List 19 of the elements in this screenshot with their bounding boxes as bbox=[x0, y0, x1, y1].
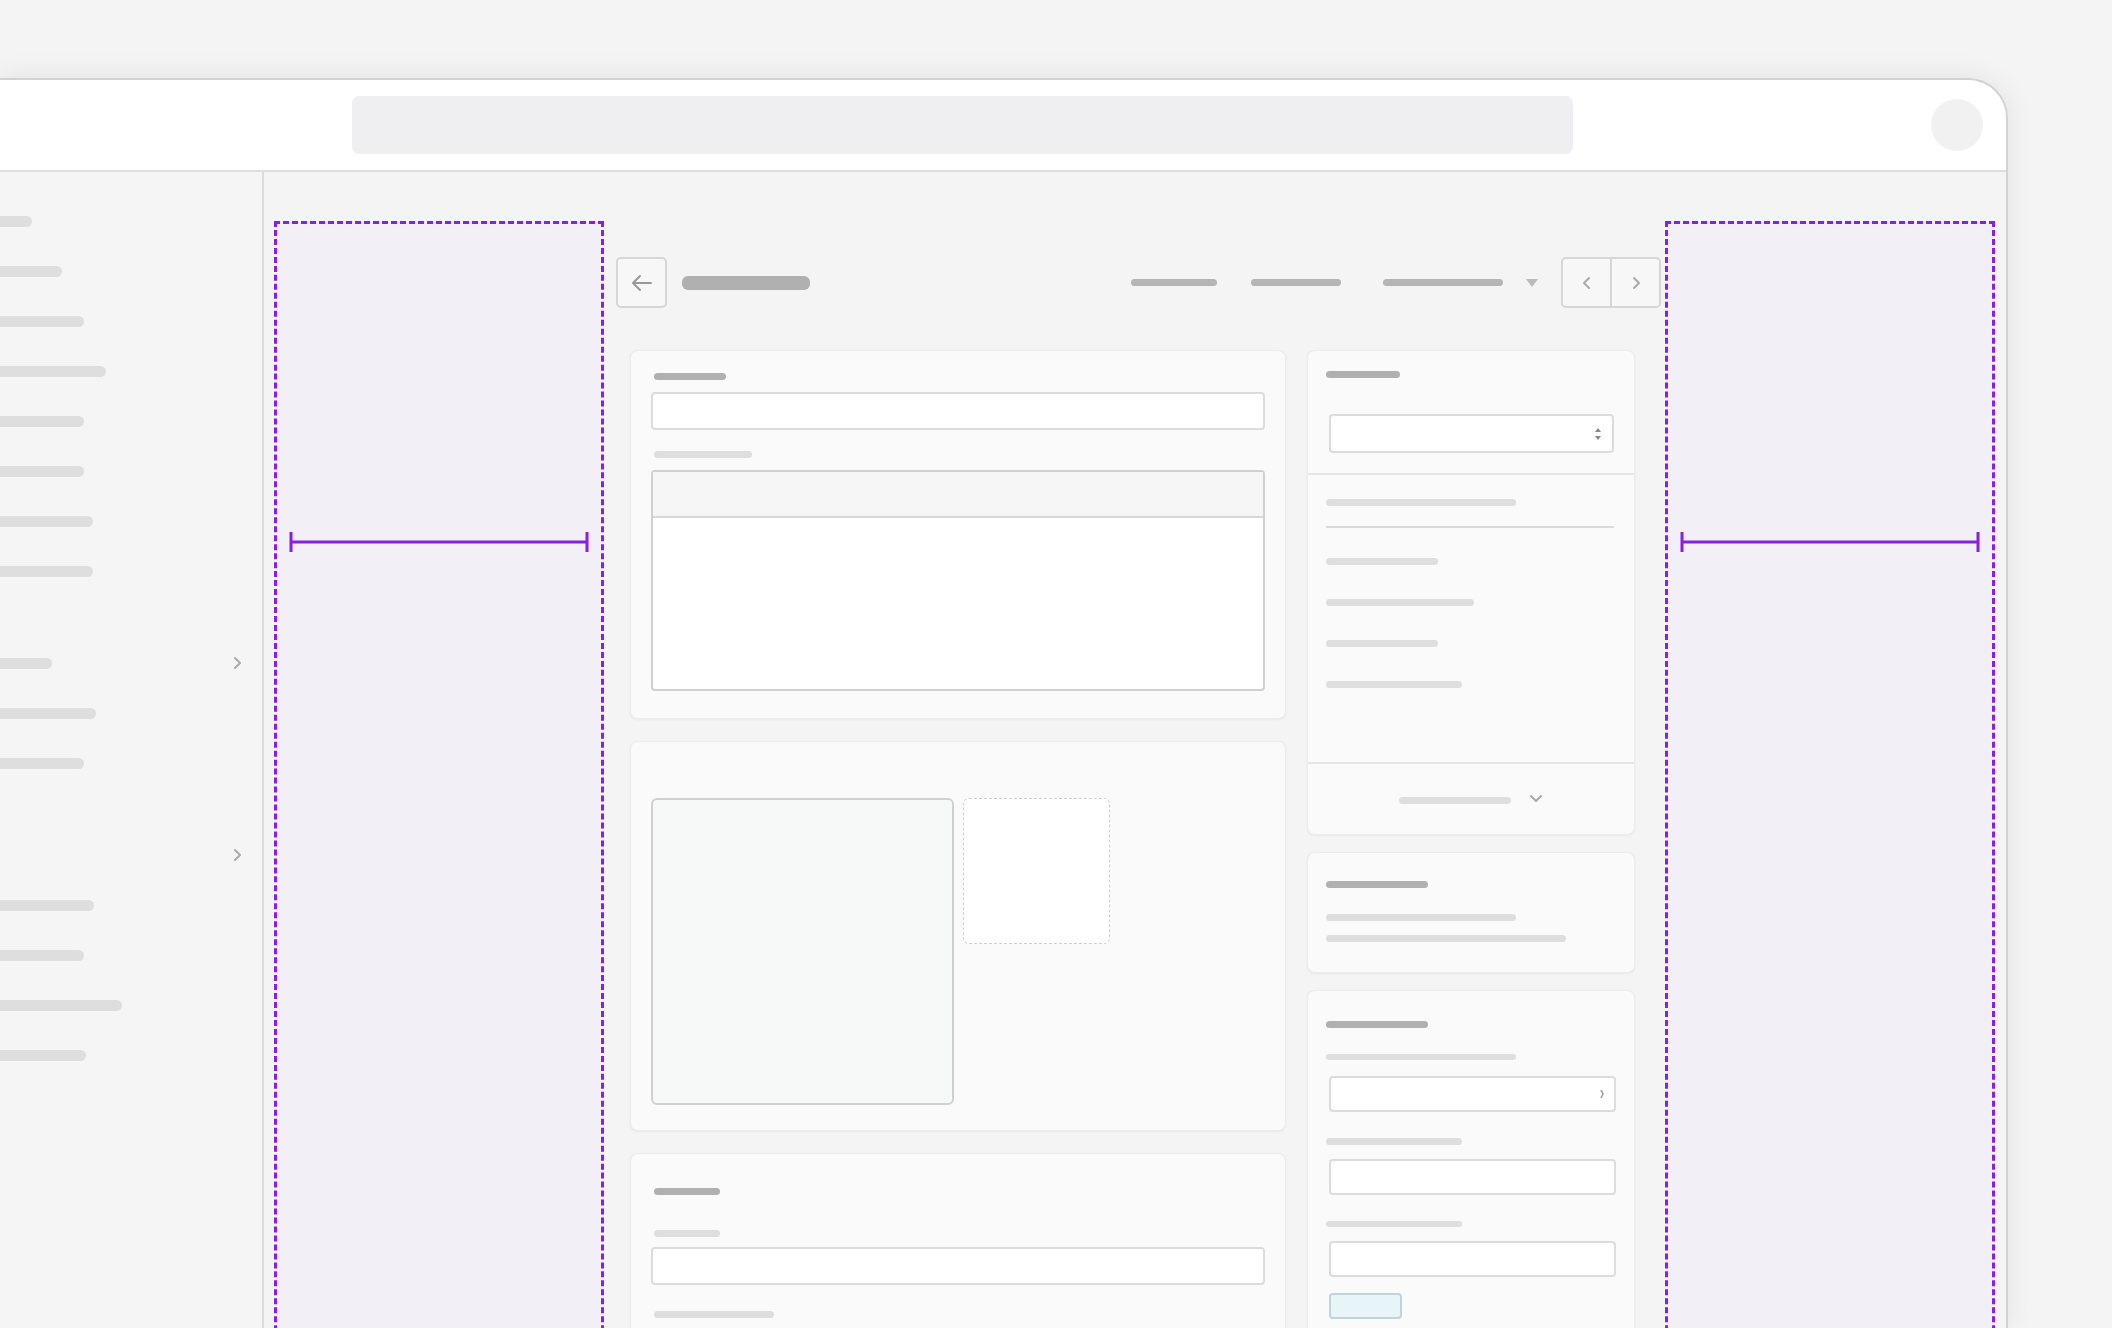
input-field[interactable] bbox=[1329, 1076, 1616, 1113]
caret-icon bbox=[1600, 1089, 1604, 1100]
text-area[interactable] bbox=[651, 470, 1265, 691]
back-button[interactable] bbox=[616, 257, 667, 308]
input-field[interactable] bbox=[1329, 1158, 1616, 1195]
small-button[interactable] bbox=[1329, 1293, 1402, 1319]
arrow-left-icon bbox=[630, 273, 653, 292]
sort-arrows-icon bbox=[1594, 426, 1602, 441]
drop-zone[interactable] bbox=[963, 798, 1110, 944]
skeleton-line bbox=[654, 373, 726, 380]
select-field[interactable] bbox=[1329, 414, 1614, 453]
input-field[interactable] bbox=[1329, 1241, 1616, 1278]
caret-down-icon[interactable] bbox=[1525, 277, 1539, 288]
skeleton-line bbox=[654, 1230, 720, 1237]
next-button[interactable] bbox=[1610, 257, 1661, 308]
input-field[interactable] bbox=[651, 1247, 1265, 1285]
skeleton-line bbox=[654, 1188, 720, 1195]
previous-button[interactable] bbox=[1561, 257, 1612, 308]
input-field[interactable] bbox=[651, 392, 1265, 430]
